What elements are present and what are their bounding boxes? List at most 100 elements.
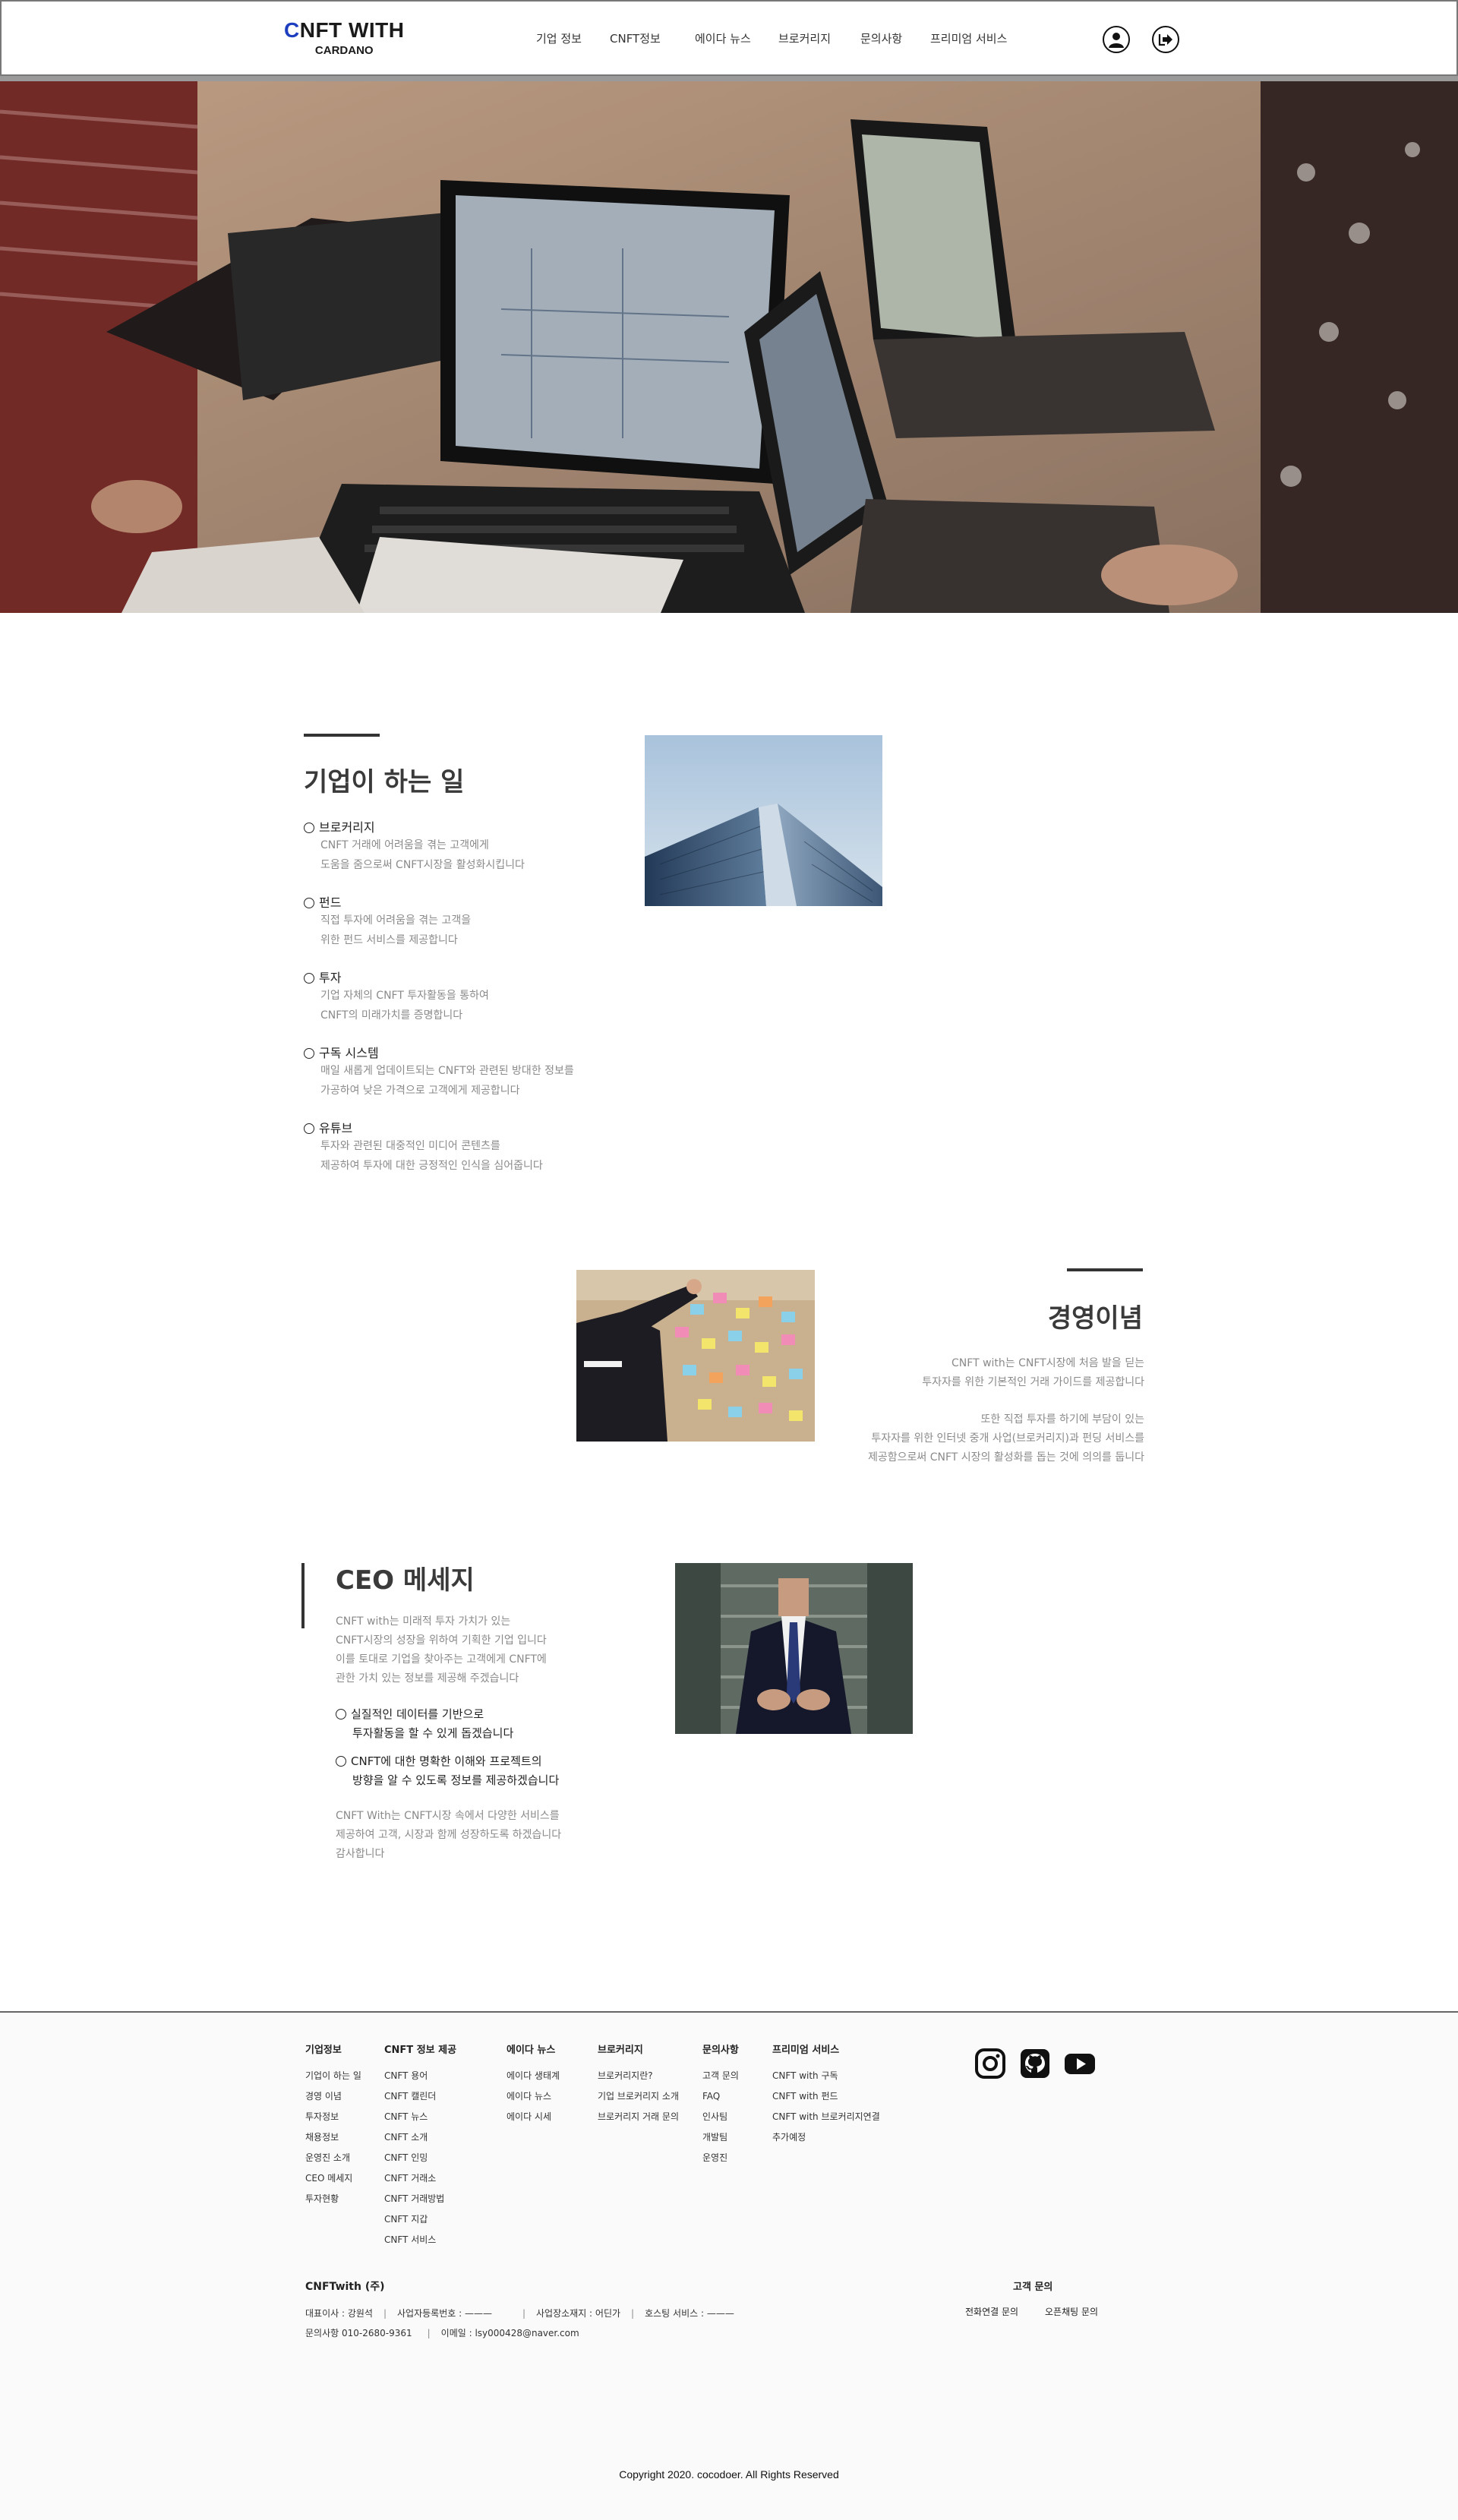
footer-link[interactable]: 투자현황 xyxy=(305,2189,361,2209)
desc-line: CNFT 거래에 어려움을 겪는 고객에게 xyxy=(320,839,489,851)
nav-premium[interactable]: 프리미엄 서비스 xyxy=(930,30,1007,46)
footer-link[interactable]: 브로커리지란? xyxy=(598,2066,679,2086)
footer-link[interactable]: 운영진 소개 xyxy=(305,2148,361,2168)
footer-link[interactable]: 브로커리지 거래 문의 xyxy=(598,2107,679,2127)
circle-bullet-icon xyxy=(336,1709,346,1719)
circle-bullet-icon xyxy=(336,1756,346,1767)
about-item-title: 펀드 xyxy=(319,895,342,910)
bullet-line: 방향을 알 수 있도록 정보를 제공하겠습니다 xyxy=(352,1773,560,1787)
text-line: 또한 직접 투자를 하기에 부담이 있는 xyxy=(980,1413,1144,1426)
company-info-line-1: 대표이사 : 강원석 | 사업자등록번호 : ——— | 사업장소재지 : 어딘가 | 호스… xyxy=(305,2308,734,2319)
user-icon[interactable] xyxy=(1103,26,1130,53)
footer-link[interactable]: CNFT 거래방법 xyxy=(384,2189,456,2209)
text-line: 투자자를 위한 기본적인 거래 가이드를 제공합니다 xyxy=(922,1376,1144,1388)
info-business-number: 사업자등록번호 : ——— xyxy=(397,2308,492,2319)
footer-column-heading: 문의사항 xyxy=(702,2045,739,2056)
desc-line: 가공하여 낮은 가격으로 고객에게 제공합니다 xyxy=(320,1085,520,1097)
footer-link[interactable]: 에이다 생태계 xyxy=(507,2066,560,2086)
about-item-desc: 직접 투자에 어려움을 겪는 고객을 위한 펀드 서비스를 제공합니다 xyxy=(320,911,471,950)
nav-brokerage[interactable]: 브로커리지 xyxy=(778,30,831,46)
footer-column-premium: 프리미엄 서비스 CNFT with 구독 CNFT with 펀드 CNFT … xyxy=(772,2043,880,2148)
photo-sticky-notes-board xyxy=(576,1270,815,1442)
phone-inquiry-link[interactable]: 전화연결 문의 xyxy=(965,2305,1018,2318)
nav-inquiry[interactable]: 문의사항 xyxy=(860,30,902,46)
about-item-title: 브로커리지 xyxy=(319,820,375,835)
ceo-bullet-1: 실질적인 데이터를 기반으로 투자활동을 할 수 있게 돕겠습니다 xyxy=(336,1705,513,1743)
footer-link[interactable]: 경영 이념 xyxy=(305,2086,361,2107)
circle-bullet-icon xyxy=(304,898,314,908)
instagram-icon[interactable] xyxy=(974,2048,1006,2079)
footer-column-ada-news: 에이다 뉴스 에이다 생태계 에이다 뉴스 에이다 시세 xyxy=(507,2043,560,2127)
footer-column-cnft-info: CNFT 정보 제공 CNFT 용어 CNFT 캘린더 CNFT 뉴스 CNFT… xyxy=(384,2043,456,2250)
footer-link[interactable]: CNFT 용어 xyxy=(384,2066,456,2086)
ceo-intro-paragraph: CNFT with는 미래적 투자 가치가 있는 CNFT시장의 성장을 위하여… xyxy=(336,1612,547,1688)
site-header: CNFT WITH CARDANO 기업 정보 CNFT정보 에이다 뉴스 브로… xyxy=(0,0,1458,76)
company-info-line-2: 문의사항 010-2680-9361 | 이메일 : lsy000428@naver… xyxy=(305,2328,579,2338)
footer-link[interactable]: CEO 메세지 xyxy=(305,2168,361,2189)
text-line: CNFT시장의 성장을 위하여 기획한 기업 입니다 xyxy=(336,1634,547,1647)
section-rule-vertical xyxy=(301,1563,305,1628)
text-line: 제공함으로써 CNFT 시장의 활성화를 돕는 것에 의의를 둡니다 xyxy=(868,1451,1144,1464)
nav-company-info[interactable]: 기업 정보 xyxy=(536,30,582,46)
philosophy-paragraph-2: 또한 직접 투자를 하기에 부담이 있는 투자자를 위한 인터넷 중개 사업(브… xyxy=(868,1410,1144,1467)
copyright: Copyright 2020. cocodoer. All Rights Res… xyxy=(619,2468,839,2481)
about-item-title: 유튜브 xyxy=(319,1121,353,1135)
circle-bullet-icon xyxy=(304,823,314,833)
nav-ada-news[interactable]: 에이다 뉴스 xyxy=(695,30,751,46)
desc-line: 매일 새롭게 업데이트되는 CNFT와 관련된 방대한 정보를 xyxy=(320,1065,574,1077)
footer-link[interactable]: 인사팀 xyxy=(702,2107,739,2127)
footer-column-heading: 에이다 뉴스 xyxy=(507,2045,556,2056)
text-line: CNFT with는 CNFT시장에 처음 발을 딛는 xyxy=(951,1357,1144,1369)
footer-link[interactable]: 기업이 하는 일 xyxy=(305,2066,361,2086)
section-rule xyxy=(1067,1268,1143,1271)
footer-column-heading: 브로커리지 xyxy=(598,2045,643,2056)
circle-bullet-icon xyxy=(304,1048,314,1059)
youtube-icon[interactable] xyxy=(1064,2048,1096,2079)
nav-cnft-info[interactable]: CNFT정보 xyxy=(610,30,661,46)
footer-link[interactable]: 운영진 xyxy=(702,2148,739,2168)
footer-link[interactable]: CNFT 캘린더 xyxy=(384,2086,456,2107)
footer-link[interactable]: CNFT 거래소 xyxy=(384,2168,456,2189)
footer-link[interactable]: FAQ xyxy=(702,2086,739,2107)
about-item-desc: CNFT 거래에 어려움을 겪는 고객에게 도움을 줌으로써 CNFT시장을 활성… xyxy=(320,835,525,875)
ceo-bullet-2: CNFT에 대한 명확한 이해와 프로젝트의 방향을 알 수 있도록 정보를 제… xyxy=(336,1752,559,1790)
section-title-ceo: CEO 메세지 xyxy=(336,1565,475,1596)
header-divider xyxy=(0,76,1458,81)
footer-link[interactable]: CNFT 소개 xyxy=(384,2127,456,2148)
footer-link[interactable]: CNFT with 브로커리지연결 xyxy=(772,2107,880,2127)
desc-line: 기업 자체의 CNFT 투자활동을 통하여 xyxy=(320,990,489,1002)
text-line: 관한 가치 있는 정보를 제공해 주겠습니다 xyxy=(336,1672,519,1685)
about-item-youtube: 유튜브 xyxy=(304,1118,352,1136)
text-line: 이를 토대로 기업을 찾아주는 고객에게 CNFT에 xyxy=(336,1653,547,1666)
footer-link[interactable]: 에이다 뉴스 xyxy=(507,2086,560,2107)
desc-line: 직접 투자에 어려움을 겪는 고객을 xyxy=(320,914,472,927)
about-item-desc: 기업 자체의 CNFT 투자활동을 통하여 CNFT의 미래가치를 증명합니다 xyxy=(320,986,489,1025)
info-hosting: 호스팅 서비스 : ——— xyxy=(645,2308,734,2319)
footer-link[interactable]: 에이다 시세 xyxy=(507,2107,560,2127)
footer-link[interactable]: CNFT with 구독 xyxy=(772,2066,880,2086)
photo-businessman-suit xyxy=(675,1563,913,1734)
bullet-line: CNFT에 대한 명확한 이해와 프로젝트의 xyxy=(351,1754,542,1768)
bullet-line: 실질적인 데이터를 기반으로 xyxy=(351,1707,484,1721)
footer-link[interactable]: 투자정보 xyxy=(305,2107,361,2127)
footer-link[interactable]: 고객 문의 xyxy=(702,2066,739,2086)
photo-skyscraper xyxy=(645,735,882,906)
desc-line: CNFT의 미래가치를 증명합니다 xyxy=(320,1009,463,1022)
footer-link[interactable]: CNFT with 펀드 xyxy=(772,2086,880,2107)
footer-link[interactable]: 추가예정 xyxy=(772,2127,880,2148)
desc-line: 투자와 관련된 대중적인 미디어 콘텐츠를 xyxy=(320,1140,500,1152)
footer-link[interactable]: 채용정보 xyxy=(305,2127,361,2148)
about-item-title: 투자 xyxy=(319,971,342,985)
footer-link[interactable]: CNFT 뉴스 xyxy=(384,2107,456,2127)
github-icon[interactable] xyxy=(1019,2048,1051,2079)
text-line: 투자자를 위한 인터넷 중개 사업(브로커리지)과 펀딩 서비스를 xyxy=(871,1432,1144,1445)
footer-link[interactable]: CNFT 지갑 xyxy=(384,2209,456,2230)
footer-link[interactable]: CNFT 서비스 xyxy=(384,2230,456,2250)
footer-link[interactable]: CNFT 인밍 xyxy=(384,2148,456,2168)
open-chat-inquiry-link[interactable]: 오픈채팅 문의 xyxy=(1045,2305,1098,2318)
footer-link[interactable]: 개발팀 xyxy=(702,2127,739,2148)
logout-icon[interactable] xyxy=(1152,26,1179,53)
main-nav: 기업 정보 CNFT정보 에이다 뉴스 브로커리지 문의사항 프리미엄 서비스 xyxy=(2,30,1458,47)
footer-link[interactable]: 기업 브로커리지 소개 xyxy=(598,2086,679,2107)
about-item-investment: 투자 xyxy=(304,968,341,986)
